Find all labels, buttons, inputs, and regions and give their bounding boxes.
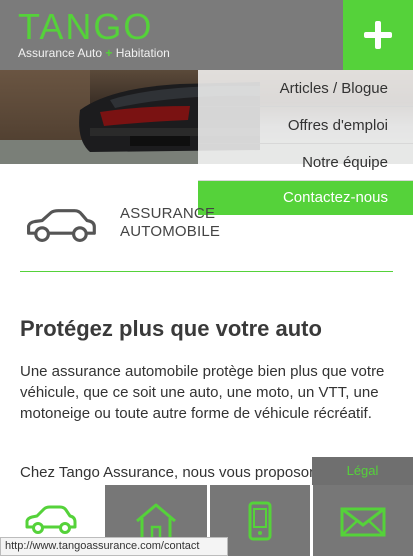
menu-item-articles[interactable]: Articles / Blogue bbox=[198, 70, 413, 107]
plus-icon bbox=[364, 21, 392, 49]
brand-tagline: Assurance Auto + Habitation bbox=[18, 46, 170, 60]
menu-toggle-button[interactable] bbox=[343, 0, 413, 70]
menu-item-jobs[interactable]: Offres d'emploi bbox=[198, 107, 413, 144]
menu-item-team[interactable]: Notre équipe bbox=[198, 144, 413, 181]
site-header: TANGO Assurance Auto + Habitation bbox=[0, 0, 413, 70]
house-icon bbox=[136, 503, 176, 540]
section-header: ASSURANCE AUTOMOBILE bbox=[0, 198, 413, 268]
legal-link[interactable]: Légal bbox=[312, 457, 413, 485]
brand-name: TANGO bbox=[18, 6, 154, 47]
brand-logo[interactable]: TANGO Assurance Auto + Habitation bbox=[18, 6, 170, 61]
intro-paragraph: Une assurance automobile protège bien pl… bbox=[20, 363, 385, 422]
tagline-plus: + bbox=[105, 46, 113, 60]
second-paragraph: Chez Tango Assurance, nous vous proposon… bbox=[20, 464, 320, 481]
status-bar-url: http://www.tangoassurance.com/contact bbox=[0, 537, 228, 556]
section-divider bbox=[20, 271, 393, 272]
tagline-auto: Assurance Auto bbox=[18, 46, 103, 60]
section-title: ASSURANCE AUTOMOBILE bbox=[120, 205, 221, 240]
car-icon bbox=[27, 209, 96, 242]
phone-icon bbox=[248, 501, 272, 540]
nav-email-button[interactable] bbox=[313, 485, 413, 556]
car-icon bbox=[25, 505, 77, 534]
tagline-habitation: Habitation bbox=[115, 46, 170, 60]
envelope-icon bbox=[340, 507, 386, 536]
dropdown-menu: Articles / Blogue Offres d'emploi Notre … bbox=[198, 70, 413, 215]
page-heading: Protégez plus que votre auto bbox=[20, 316, 322, 341]
